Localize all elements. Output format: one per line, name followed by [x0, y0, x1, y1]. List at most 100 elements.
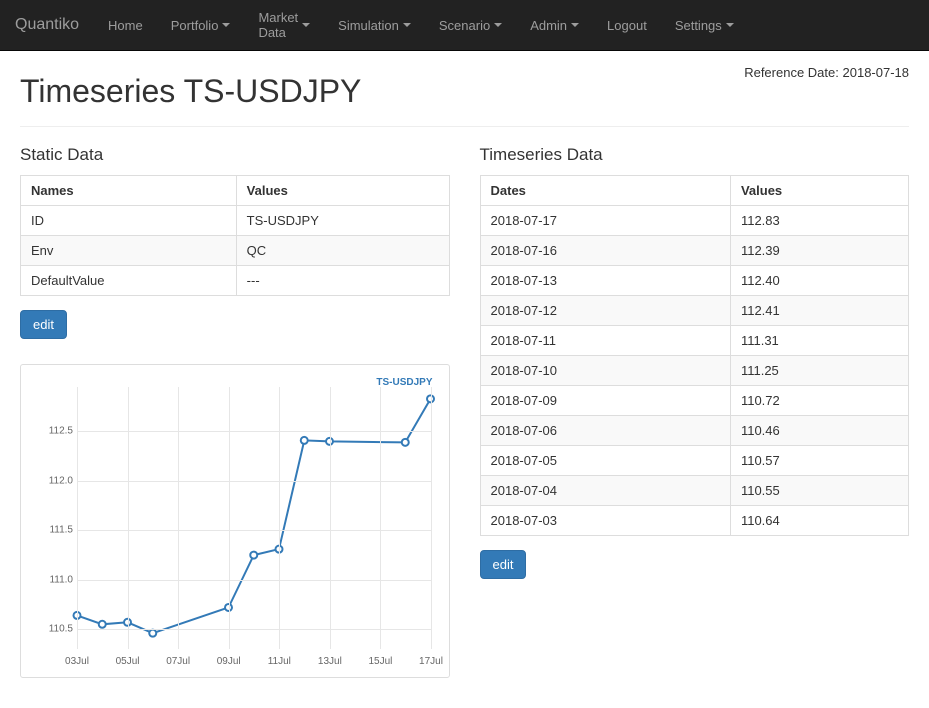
ts-date-cell: 2018-07-16	[480, 236, 730, 266]
static-col-names: Names	[21, 176, 237, 206]
chart-x-tick: 03Jul	[65, 656, 89, 667]
ts-col-dates: Dates	[480, 176, 730, 206]
table-row: 2018-07-13112.40	[480, 266, 909, 296]
ts-value-cell: 111.31	[730, 326, 908, 356]
ts-value-cell: 110.64	[730, 506, 908, 536]
page-title: Timeseries TS-USDJPY	[20, 73, 744, 110]
nav-item-admin[interactable]: Admin	[516, 0, 593, 50]
nav-item-logout[interactable]: Logout	[593, 0, 661, 50]
content-row: Static Data Names Values IDTS-USDJPYEnvQ…	[20, 145, 909, 678]
chart-y-tick: 112.5	[33, 426, 73, 437]
ts-value-cell: 112.83	[730, 206, 908, 236]
nav-item-label: Admin	[530, 18, 567, 33]
nav-item-portfolio[interactable]: Portfolio	[157, 0, 245, 50]
chevron-down-icon	[571, 23, 579, 27]
static-value-cell: QC	[236, 236, 449, 266]
chevron-down-icon	[403, 23, 411, 27]
static-name-cell: Env	[21, 236, 237, 266]
table-row: 2018-07-17112.83	[480, 206, 909, 236]
table-row: 2018-07-12112.41	[480, 296, 909, 326]
table-row: 2018-07-09110.72	[480, 386, 909, 416]
chevron-down-icon	[222, 23, 230, 27]
ts-date-cell: 2018-07-09	[480, 386, 730, 416]
chart-y-tick: 111.5	[33, 525, 73, 536]
static-data-table: Names Values IDTS-USDJPYEnvQCDefaultValu…	[20, 175, 450, 296]
chart-x-tick: 17Jul	[419, 656, 443, 667]
chart-data-point	[301, 437, 308, 444]
chart-data-point	[99, 621, 106, 628]
ts-date-cell: 2018-07-04	[480, 476, 730, 506]
table-row: 2018-07-11111.31	[480, 326, 909, 356]
table-row: 2018-07-04110.55	[480, 476, 909, 506]
nav-item-settings[interactable]: Settings	[661, 8, 748, 43]
ts-value-cell: 110.46	[730, 416, 908, 446]
ts-date-cell: 2018-07-17	[480, 206, 730, 236]
page-header: Timeseries TS-USDJPY Reference Date: 201…	[20, 61, 909, 127]
table-row: EnvQC	[21, 236, 450, 266]
ts-col-values: Values	[730, 176, 908, 206]
brand-link[interactable]: Quantiko	[15, 6, 94, 44]
chart-x-tick: 05Jul	[116, 656, 140, 667]
nav-item-label: Scenario	[439, 18, 490, 33]
ts-date-cell: 2018-07-13	[480, 266, 730, 296]
chart-line-layer	[77, 387, 431, 649]
ts-value-cell: 112.40	[730, 266, 908, 296]
chart-x-tick: 15Jul	[368, 656, 392, 667]
chart-data-point	[402, 439, 409, 446]
chart-data-point	[250, 552, 257, 559]
nav-item-label: Portfolio	[171, 18, 219, 33]
nav-item-simulation[interactable]: Simulation	[324, 0, 425, 50]
chart-data-point	[149, 630, 156, 637]
nav-item-scenario[interactable]: Scenario	[425, 0, 516, 50]
static-value-cell: ---	[236, 266, 449, 296]
table-row: DefaultValue---	[21, 266, 450, 296]
chart-plot-area: 110.5111.0111.5112.0112.503Jul05Jul07Jul…	[77, 387, 431, 649]
edit-static-button[interactable]: edit	[20, 310, 67, 339]
navbar: Quantiko Home Portfolio Market Data Simulat…	[0, 0, 929, 51]
right-column: Timeseries Data Dates Values 2018-07-171…	[480, 145, 910, 678]
static-col-values: Values	[236, 176, 449, 206]
timeseries-data-table: Dates Values 2018-07-17112.832018-07-161…	[480, 175, 910, 536]
ts-date-cell: 2018-07-03	[480, 506, 730, 536]
table-row: 2018-07-06110.46	[480, 416, 909, 446]
table-row: 2018-07-16112.39	[480, 236, 909, 266]
chevron-down-icon	[302, 23, 310, 27]
nav-item-label: Logout	[607, 18, 647, 33]
nav-item-label: Settings	[675, 18, 722, 33]
chart-x-tick: 11Jul	[268, 656, 291, 667]
ts-value-cell: 112.39	[730, 236, 908, 266]
chart-x-tick: 07Jul	[166, 656, 190, 667]
nav-main: Home Portfolio Market Data Simulation Scenar…	[94, 0, 661, 50]
reference-date-label: Reference Date:	[744, 65, 839, 80]
ts-date-cell: 2018-07-10	[480, 356, 730, 386]
table-row: 2018-07-03110.64	[480, 506, 909, 536]
chevron-down-icon	[726, 23, 734, 27]
nav-right: Settings	[661, 8, 914, 43]
table-row: 2018-07-10111.25	[480, 356, 909, 386]
nav-item-label: Market Data	[258, 10, 298, 40]
chart-panel: TS-USDJPY 110.5111.0111.5112.0112.503Jul…	[20, 364, 450, 678]
ts-value-cell: 110.55	[730, 476, 908, 506]
static-name-cell: DefaultValue	[21, 266, 237, 296]
nav-item-label: Home	[108, 18, 143, 33]
chart-y-tick: 110.5	[33, 624, 73, 635]
edit-timeseries-button[interactable]: edit	[480, 550, 527, 579]
page-container: Timeseries TS-USDJPY Reference Date: 201…	[0, 51, 929, 708]
chart-x-tick: 13Jul	[318, 656, 342, 667]
nav-item-home[interactable]: Home	[94, 0, 157, 50]
ts-date-cell: 2018-07-06	[480, 416, 730, 446]
chart-y-tick: 112.0	[33, 475, 73, 486]
reference-date-value: 2018-07-18	[843, 65, 910, 80]
left-column: Static Data Names Values IDTS-USDJPYEnvQ…	[20, 145, 450, 678]
static-value-cell: TS-USDJPY	[236, 206, 449, 236]
static-name-cell: ID	[21, 206, 237, 236]
chart-x-tick: 09Jul	[217, 656, 241, 667]
ts-value-cell: 111.25	[730, 356, 908, 386]
chart-wrap: TS-USDJPY 110.5111.0111.5112.0112.503Jul…	[27, 373, 443, 673]
nav-item-market-data[interactable]: Market Data	[244, 0, 324, 50]
ts-value-cell: 110.57	[730, 446, 908, 476]
ts-date-cell: 2018-07-12	[480, 296, 730, 326]
chart-series-line	[77, 399, 431, 633]
nav-item-label: Simulation	[338, 18, 399, 33]
static-data-heading: Static Data	[20, 145, 450, 165]
